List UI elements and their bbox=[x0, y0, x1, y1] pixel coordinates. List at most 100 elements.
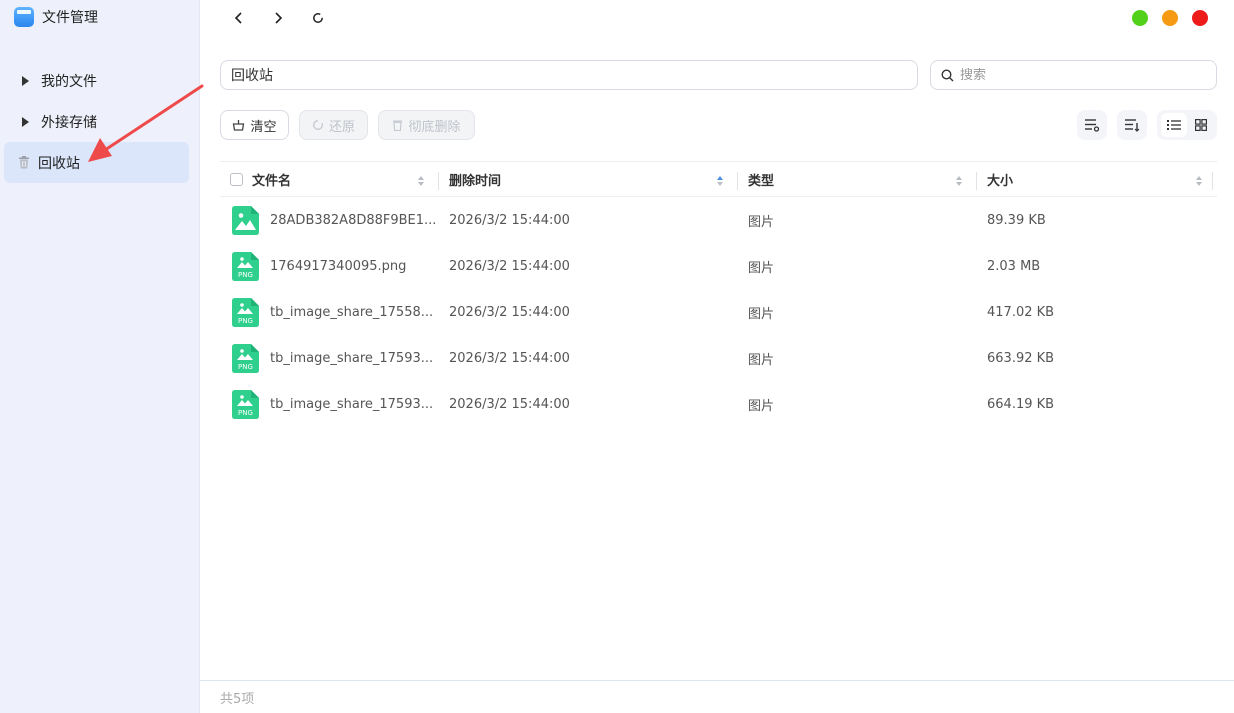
top-bar bbox=[200, 0, 1234, 38]
png-file-icon: PNG bbox=[232, 390, 259, 419]
caret-right-icon[interactable] bbox=[22, 75, 29, 86]
delete-permanently-button[interactable]: 彻底删除 bbox=[378, 110, 475, 140]
sidebar-item-recycle-bin[interactable]: 回收站 bbox=[4, 142, 189, 183]
table-row[interactable]: PNG tb_image_share_17593... 2026/3/2 15:… bbox=[220, 381, 1217, 427]
sidebar-item-my-files[interactable]: 我的文件 bbox=[4, 60, 189, 101]
file-name: tb_image_share_17558... bbox=[270, 304, 434, 320]
sort-arrows-icon[interactable] bbox=[716, 175, 724, 187]
trash-icon bbox=[393, 120, 403, 131]
broom-icon bbox=[233, 120, 245, 131]
item-count: 共5项 bbox=[220, 691, 255, 707]
refresh-button[interactable] bbox=[308, 8, 328, 28]
search-icon bbox=[941, 68, 954, 81]
column-header-deleted-time[interactable]: 删除时间 bbox=[449, 162, 501, 197]
sidebar-item-label: 回收站 bbox=[38, 155, 80, 172]
png-file-icon: PNG bbox=[232, 252, 259, 281]
file-size: 664.19 KB bbox=[987, 396, 1055, 412]
file-size: 663.92 KB bbox=[987, 350, 1055, 366]
refresh-icon bbox=[313, 13, 323, 23]
caret-right-icon[interactable] bbox=[22, 116, 29, 127]
file-name: 28ADB382A8D88F9BE1... bbox=[270, 212, 437, 228]
sort-button[interactable] bbox=[1117, 110, 1147, 140]
file-name: tb_image_share_17593... bbox=[270, 350, 434, 366]
table-body: 28ADB382A8D88F9BE1... 2026/3/2 15:44:00 … bbox=[220, 197, 1217, 427]
filter-settings-button[interactable] bbox=[1077, 110, 1107, 140]
minimize-button[interactable] bbox=[1162, 10, 1178, 26]
forward-button[interactable] bbox=[268, 8, 288, 28]
path-bar[interactable]: 回收站 bbox=[220, 60, 918, 90]
sort-icon bbox=[1125, 119, 1140, 132]
restore-button-label: 还原 bbox=[328, 119, 355, 135]
search-input[interactable] bbox=[960, 67, 1200, 83]
file-type: 图片 bbox=[748, 214, 775, 230]
maximize-button[interactable] bbox=[1132, 10, 1148, 26]
table-row[interactable]: PNG tb_image_share_17593... 2026/3/2 15:… bbox=[220, 335, 1217, 381]
sidebar-item-label: 我的文件 bbox=[41, 73, 97, 90]
sort-arrows-icon[interactable] bbox=[955, 175, 963, 187]
file-name: 1764917340095.png bbox=[270, 258, 407, 274]
table-row[interactable]: 28ADB382A8D88F9BE1... 2026/3/2 15:44:00 … bbox=[220, 197, 1217, 243]
app-logo-icon bbox=[14, 7, 34, 27]
file-size: 89.39 KB bbox=[987, 212, 1046, 228]
restore-button[interactable]: 还原 bbox=[299, 110, 368, 140]
table-row[interactable]: PNG tb_image_share_17558... 2026/3/2 15:… bbox=[220, 289, 1217, 335]
column-divider[interactable] bbox=[1212, 172, 1213, 190]
png-file-icon: PNG bbox=[232, 298, 259, 327]
table-header: 文件名 删除时间 类型 大小 bbox=[220, 161, 1217, 197]
view-toggle bbox=[1157, 110, 1217, 140]
file-type: 图片 bbox=[748, 260, 775, 276]
column-header-size[interactable]: 大小 bbox=[987, 162, 1013, 197]
png-file-icon: PNG bbox=[232, 344, 259, 373]
list-view-button[interactable] bbox=[1160, 113, 1187, 137]
column-header-label: 大小 bbox=[987, 174, 1014, 189]
select-all-checkbox[interactable] bbox=[230, 162, 243, 197]
table-row[interactable]: PNG 1764917340095.png 2026/3/2 15:44:00 … bbox=[220, 243, 1217, 289]
deleted-time: 2026/3/2 15:44:00 bbox=[449, 396, 570, 412]
column-divider[interactable] bbox=[976, 172, 977, 190]
delete-button-label: 彻底删除 bbox=[408, 119, 461, 135]
close-button[interactable] bbox=[1192, 10, 1208, 26]
clear-button[interactable]: 清空 bbox=[220, 110, 289, 140]
column-divider[interactable] bbox=[438, 172, 439, 190]
file-table: 文件名 删除时间 类型 大小 28ADB382A8D88F9BE1... 202… bbox=[220, 161, 1217, 427]
sidebar-nav: 我的文件 外接存储 回收站 bbox=[4, 60, 189, 183]
file-type: 图片 bbox=[748, 306, 775, 322]
app-title-text: 文件管理 bbox=[42, 10, 98, 26]
column-header-type[interactable]: 类型 bbox=[748, 162, 774, 197]
filter-settings-icon bbox=[1085, 119, 1100, 132]
column-header-name[interactable]: 文件名 bbox=[252, 162, 291, 197]
app-title: 文件管理 bbox=[14, 7, 98, 27]
sort-arrows-icon[interactable] bbox=[1195, 175, 1203, 187]
trash-icon bbox=[19, 156, 29, 169]
search-box[interactable] bbox=[930, 60, 1217, 90]
file-type: 图片 bbox=[748, 352, 775, 368]
clear-button-label: 清空 bbox=[250, 119, 277, 135]
restore-icon bbox=[313, 120, 323, 130]
column-header-label: 删除时间 bbox=[449, 174, 502, 189]
path-text: 回收站 bbox=[231, 68, 273, 84]
deleted-time: 2026/3/2 15:44:00 bbox=[449, 258, 570, 274]
status-bar: 共5项 bbox=[200, 680, 1234, 713]
grid-icon bbox=[1194, 119, 1207, 131]
png-badge-label: PNG bbox=[238, 317, 253, 325]
column-header-label: 类型 bbox=[748, 174, 775, 189]
grid-view-button[interactable] bbox=[1188, 113, 1214, 137]
sort-arrows-icon[interactable] bbox=[417, 175, 425, 187]
back-button[interactable] bbox=[229, 8, 249, 28]
file-size: 2.03 MB bbox=[987, 258, 1041, 274]
list-icon bbox=[1166, 120, 1181, 130]
column-header-label: 文件名 bbox=[252, 174, 292, 189]
column-divider[interactable] bbox=[737, 172, 738, 190]
file-type: 图片 bbox=[748, 398, 775, 414]
sidebar: 文件管理 我的文件 外接存储 回收站 bbox=[0, 0, 200, 713]
chevron-left-icon bbox=[234, 12, 242, 24]
file-size: 417.02 KB bbox=[987, 304, 1055, 320]
image-file-icon bbox=[232, 206, 259, 235]
file-name: tb_image_share_17593... bbox=[270, 396, 434, 412]
deleted-time: 2026/3/2 15:44:00 bbox=[449, 304, 570, 320]
deleted-time: 2026/3/2 15:44:00 bbox=[449, 350, 570, 366]
sidebar-item-external-storage[interactable]: 外接存储 bbox=[4, 101, 189, 142]
deleted-time: 2026/3/2 15:44:00 bbox=[449, 212, 570, 228]
png-badge-label: PNG bbox=[238, 363, 253, 371]
chevron-right-icon bbox=[275, 12, 283, 24]
